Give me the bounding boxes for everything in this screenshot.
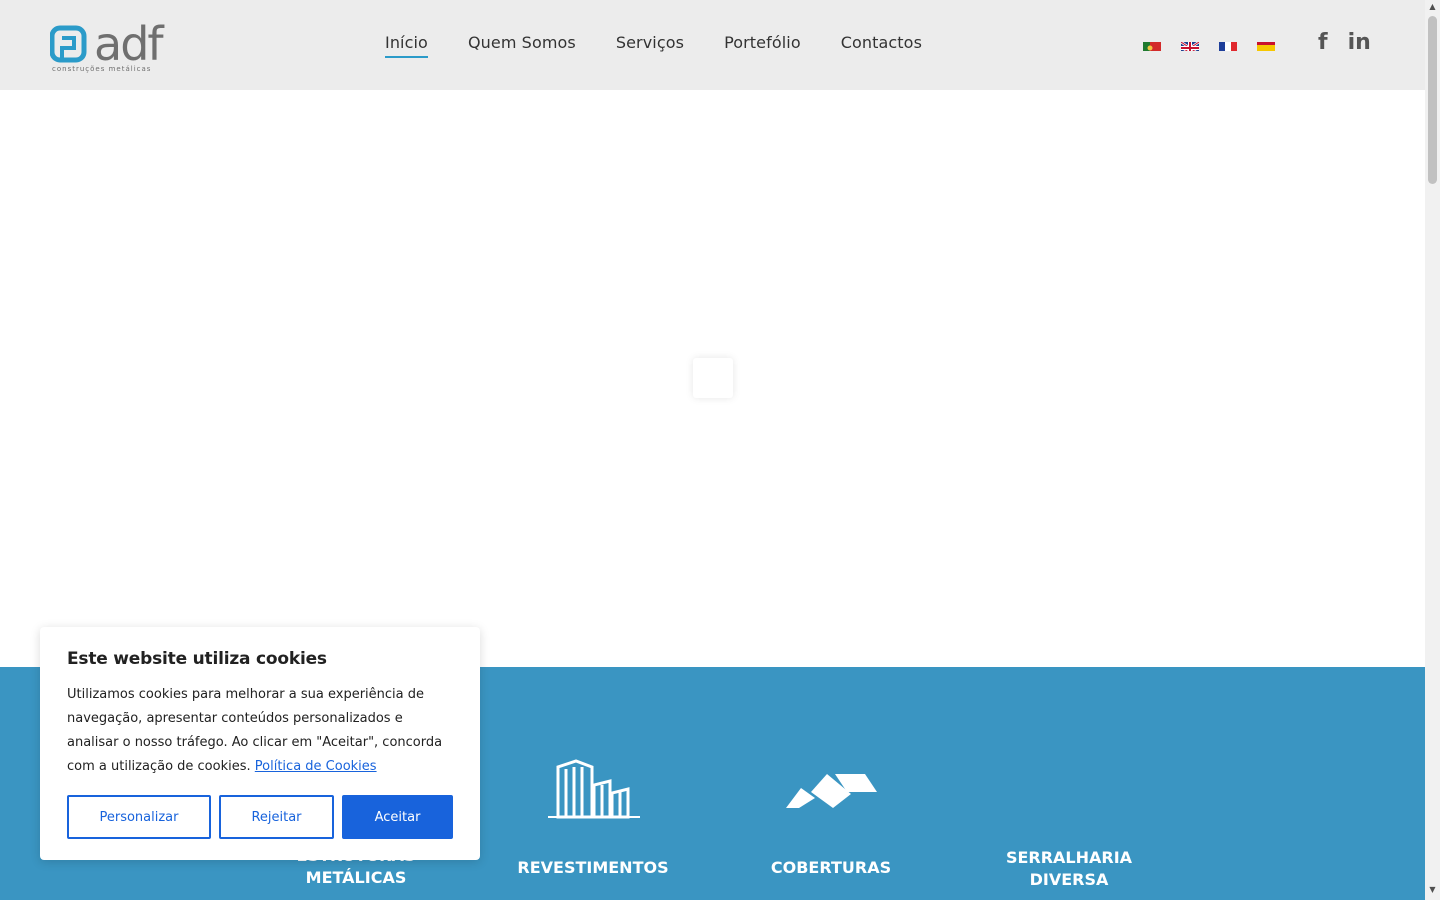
cookie-title: Este website utiliza cookies (67, 649, 327, 669)
loading-spinner (693, 358, 733, 398)
nav-servicos[interactable]: Serviços (616, 33, 684, 58)
service-label: REVESTIMENTOS (517, 858, 669, 877)
cookie-button-group: Personalizar Rejeitar Aceitar (67, 795, 453, 839)
cookie-consent-dialog: Este website utiliza cookies Utilizamos … (40, 627, 480, 860)
scroll-down-arrow-icon[interactable]: ▼ (1425, 885, 1440, 897)
scroll-up-arrow-icon[interactable]: ▲ (1425, 2, 1440, 14)
social-links: f in (1318, 30, 1371, 55)
site-header: adf construções metálicas Início Quem So… (0, 0, 1425, 90)
flag-france-icon[interactable] (1219, 39, 1237, 51)
service-revestimentos[interactable]: REVESTIMENTOS (513, 857, 673, 879)
buildings-icon (548, 759, 640, 819)
main-nav: Início Quem Somos Serviços Portefólio Co… (385, 33, 922, 58)
service-serralharia-diversa[interactable]: SERRALHARIA DIVERSA (998, 847, 1140, 891)
roof-icon (786, 774, 877, 808)
nav-portefolio[interactable]: Portefólio (724, 33, 801, 58)
reject-button[interactable]: Rejeitar (219, 795, 334, 839)
service-label: COBERTURAS (770, 858, 892, 877)
customize-button[interactable]: Personalizar (67, 795, 211, 839)
scroll-thumb[interactable] (1428, 16, 1437, 184)
nav-quem-somos[interactable]: Quem Somos (468, 33, 576, 58)
adf-logo[interactable]: adf construções metálicas (49, 16, 195, 74)
nav-contactos[interactable]: Contactos (841, 33, 922, 58)
service-coberturas[interactable]: COBERTURAS (760, 857, 902, 879)
cookie-description: Utilizamos cookies para melhorar a sua e… (67, 683, 453, 779)
facebook-icon[interactable]: f (1318, 30, 1328, 55)
flag-spain-icon[interactable] (1257, 39, 1275, 51)
flag-portugal-icon[interactable] (1143, 39, 1161, 51)
accept-button[interactable]: Aceitar (342, 795, 453, 839)
flag-uk-icon[interactable] (1181, 39, 1199, 51)
linkedin-icon[interactable]: in (1348, 30, 1371, 55)
nav-inicio[interactable]: Início (385, 33, 428, 58)
logo-tagline: construções metálicas (52, 65, 151, 73)
vertical-scrollbar[interactable]: ▲ ▼ (1425, 0, 1440, 900)
service-label: SERRALHARIA DIVERSA (1005, 848, 1133, 889)
language-switcher (1143, 39, 1275, 51)
cookie-policy-link[interactable]: Política de Cookies (255, 759, 377, 774)
svg-text:adf: adf (94, 17, 165, 71)
